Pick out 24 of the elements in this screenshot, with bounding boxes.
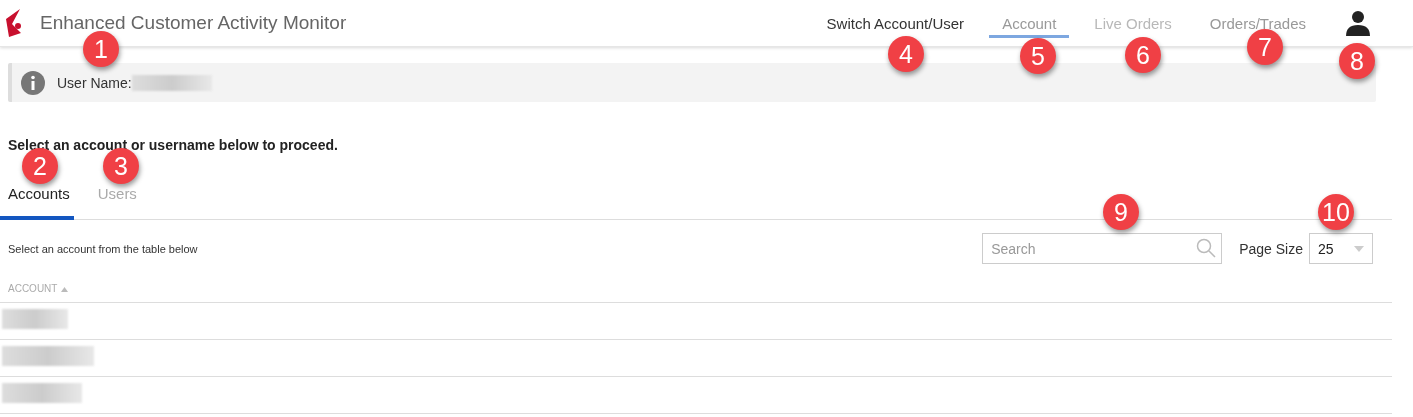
page-size-dropdown[interactable]: 25	[1309, 233, 1373, 264]
callout-badge: 6	[1125, 37, 1161, 73]
info-icon	[21, 70, 45, 95]
nav-link[interactable]: Switch Account/User	[813, 12, 978, 38]
callout-badge: 8	[1339, 43, 1375, 79]
callout-badge: 10	[1318, 194, 1354, 230]
callout-badge: 1	[83, 31, 119, 67]
callout-badge: 7	[1247, 29, 1283, 65]
search-field[interactable]: Search	[982, 233, 1223, 264]
nav-link[interactable]: Account	[989, 12, 1070, 38]
search-icon	[1196, 238, 1217, 258]
app-title: Enhanced Customer Activity Monitor	[40, 12, 347, 34]
user-name-label: User Name:	[57, 74, 132, 91]
callout-badge: 4	[888, 36, 924, 72]
tab[interactable]: Users	[89, 185, 141, 220]
tab[interactable]: Accounts	[0, 185, 74, 220]
user-icon[interactable]	[1345, 10, 1371, 36]
caret-icon	[1354, 245, 1364, 252]
column-header[interactable]: ACCOUNT	[0, 283, 1392, 303]
hint-text: Select an account from the table below	[8, 242, 198, 255]
page-size-label: Page Size	[1239, 240, 1303, 257]
callout-badge: 5	[1020, 38, 1056, 74]
logo-icon	[6, 9, 24, 37]
callout-badge: 9	[1103, 194, 1139, 230]
